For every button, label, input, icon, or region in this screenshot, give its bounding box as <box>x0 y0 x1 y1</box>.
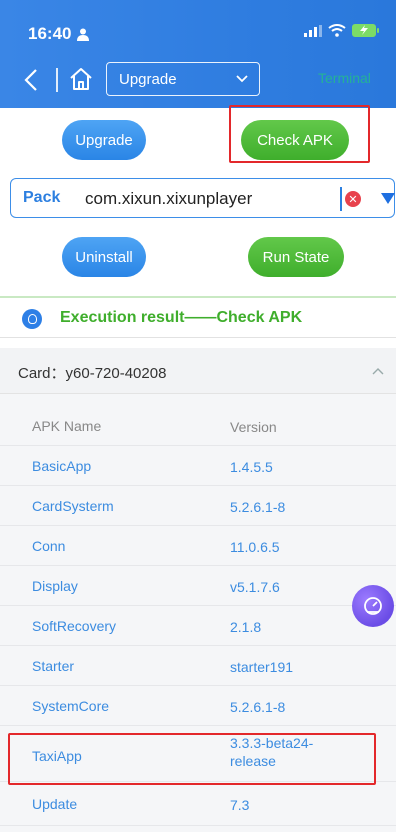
apk-name: Conn <box>32 538 66 554</box>
uninstall-button[interactable]: Uninstall <box>62 237 146 277</box>
app-header: 16:40 Upgrade Terminal <box>0 0 396 108</box>
status-time: 16:40 <box>28 24 90 44</box>
execution-result-text: Execution result——Check APK <box>60 309 303 326</box>
table-row: Conn 11.0.6.5 <box>0 526 396 566</box>
person-icon <box>77 28 90 41</box>
apk-version: starter191 <box>230 659 294 675</box>
apk-name: BasicApp <box>32 458 92 474</box>
chevron-up-icon[interactable] <box>372 366 384 376</box>
apk-version: 5.2.6.1-8 <box>230 499 286 515</box>
card-header[interactable]: Card：y60-720-40208 <box>0 348 396 394</box>
terminal-tab[interactable]: Terminal <box>318 70 371 86</box>
run-state-button[interactable]: Run State <box>248 237 344 277</box>
speedometer-icon <box>364 597 382 615</box>
upgrade-button[interactable]: Upgrade <box>62 120 146 160</box>
time-text: 16:40 <box>28 24 72 43</box>
select-value: Upgrade <box>119 70 177 88</box>
pack-label: Pack <box>23 189 61 206</box>
header-apk-name: APK Name <box>32 418 102 434</box>
table-row: Display v5.1.7.6 <box>0 566 396 606</box>
apk-name: CardSysterm <box>32 498 114 514</box>
apk-name: Starter <box>32 658 75 674</box>
clear-icon[interactable]: ✕ <box>345 191 361 207</box>
table-row: SystemCore 5.2.6.1-8 <box>0 686 396 726</box>
nav-divider <box>56 68 58 92</box>
table-header-row: APK Name Version <box>0 406 396 446</box>
wifi-icon <box>328 24 346 37</box>
apk-version: v5.1.7.6 <box>230 579 280 595</box>
signal-icon <box>304 24 322 37</box>
header-version: Version <box>230 419 277 435</box>
execution-result-bar: Execution result——Check APK <box>0 296 396 338</box>
chevron-down-icon <box>236 75 248 83</box>
home-icon[interactable] <box>68 66 94 92</box>
highlight-box-taxiapp <box>8 733 376 785</box>
highlight-box-check-apk <box>229 105 370 163</box>
status-bar: 16:40 <box>0 0 396 62</box>
text-caret <box>340 187 342 211</box>
apk-name: Display <box>32 578 78 594</box>
dropdown-triangle-icon[interactable] <box>381 193 395 204</box>
status-icons <box>304 24 379 37</box>
nav-bar: Upgrade Terminal <box>0 60 396 100</box>
table-row: SoftRecovery 2.1.8 <box>0 606 396 646</box>
apk-name: SoftRecovery <box>32 618 117 634</box>
apk-version: 2.1.8 <box>230 619 262 635</box>
result-icon <box>22 309 42 329</box>
package-input[interactable]: com.xixun.xixunplayer <box>85 189 252 209</box>
apk-version: 11.0.6.5 <box>230 539 280 555</box>
package-field[interactable]: Pack com.xixun.xixunplayer ✕ <box>10 178 395 218</box>
table-row: Starter starter191 <box>0 646 396 686</box>
floating-assistant-button[interactable] <box>352 585 394 627</box>
table-row: Update 7.3 <box>0 782 396 826</box>
back-icon[interactable] <box>22 68 42 92</box>
apk-version: 7.3 <box>230 797 250 813</box>
function-select[interactable]: Upgrade <box>106 62 260 96</box>
apk-name: SystemCore <box>32 698 110 714</box>
card-title: Card：y60-720-40208 <box>18 365 167 382</box>
battery-icon <box>352 24 379 37</box>
table-row: CardSysterm 5.2.6.1-8 <box>0 486 396 526</box>
table-row: BasicApp 1.4.5.5 <box>0 446 396 486</box>
apk-name: Update <box>32 796 78 812</box>
apk-version: 5.2.6.1-8 <box>230 699 286 715</box>
apk-version: 1.4.5.5 <box>230 459 273 475</box>
